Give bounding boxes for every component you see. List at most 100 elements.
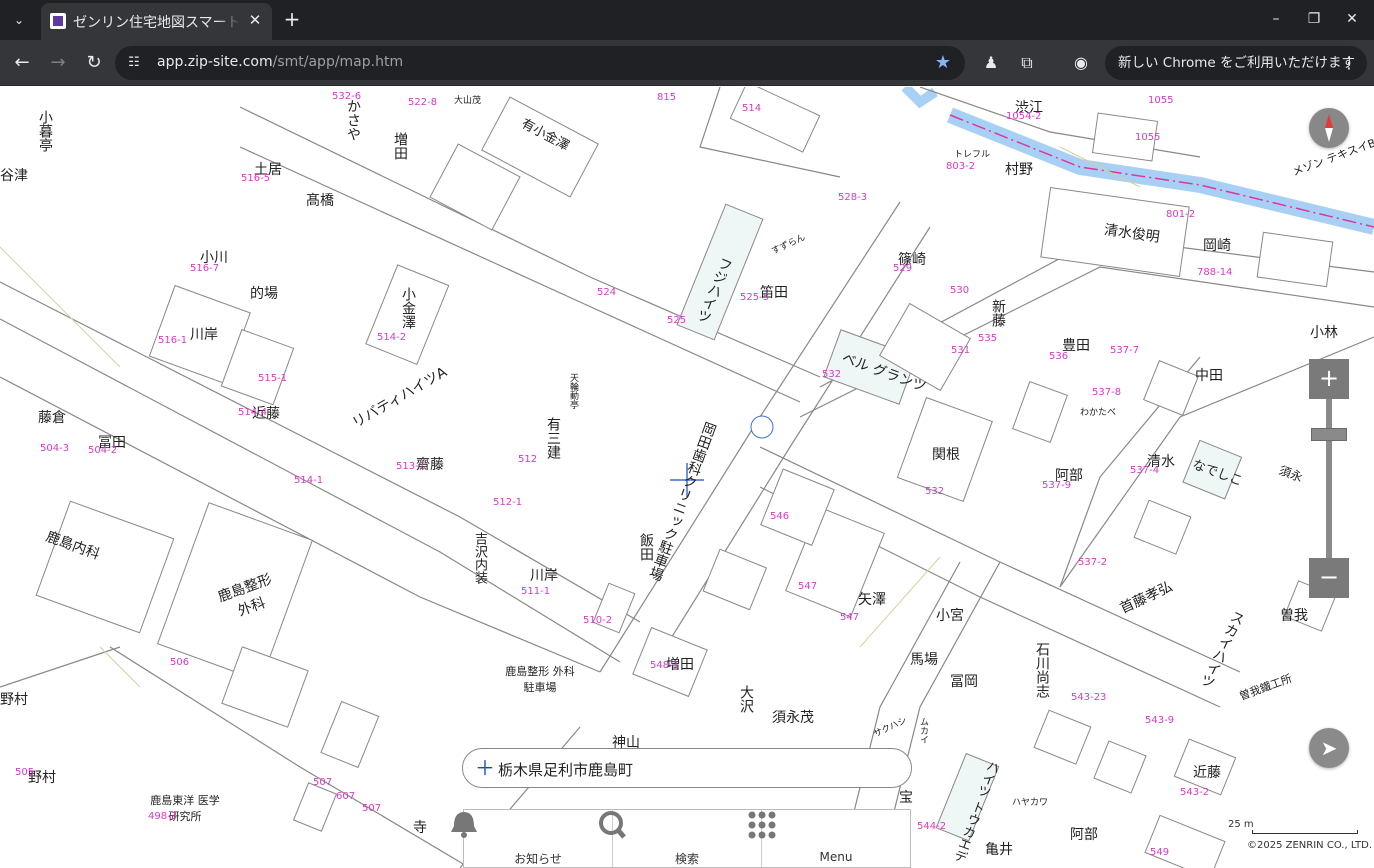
zoom-out-button[interactable]: −: [1309, 558, 1349, 598]
parcel-number: 516-5: [241, 173, 271, 184]
parcel-number: 537-4: [1130, 465, 1160, 476]
add-location-icon[interactable]: ＋: [475, 757, 495, 779]
search-icon: [599, 811, 626, 839]
map-label: 岡崎: [1203, 238, 1231, 254]
extension-agent-icon[interactable]: ♟: [981, 53, 1001, 73]
parcel-number: 511-1: [521, 586, 551, 597]
parcel-number: 1055: [1148, 95, 1174, 106]
current-location-icon[interactable]: ➤: [1309, 728, 1349, 768]
zoom-slider-handle[interactable]: [1311, 428, 1347, 441]
maximize-button[interactable]: ❐: [1303, 8, 1325, 30]
copyright-text: ©2025 ZENRIN CO., LTD.: [1247, 840, 1372, 851]
map-label: 野村: [0, 692, 28, 708]
parcel-number: 506: [170, 657, 190, 668]
parcel-number: 549: [1150, 847, 1170, 858]
parcel-number: 543-23: [1071, 692, 1107, 703]
parcel-number: 514-4: [238, 407, 268, 418]
new-tab-button[interactable]: +: [281, 8, 303, 30]
map-label: 髙橋: [306, 193, 334, 209]
parcel-number: 532: [925, 486, 945, 497]
parcel-number: 532: [822, 369, 842, 380]
parcel-number: 515-1: [258, 373, 288, 384]
extensions-puzzle-icon[interactable]: ⧉: [1017, 53, 1037, 73]
map-label: ハヤカワ: [1012, 798, 1049, 808]
map-label: 新藤: [990, 299, 1006, 327]
tab-search-icon[interactable]: ⌄: [8, 9, 30, 31]
map-label: 谷津: [0, 168, 28, 184]
map-label: 天輪動亭: [568, 373, 578, 409]
parcel-number: 522-8: [408, 97, 438, 108]
search-button[interactable]: 検索: [599, 810, 762, 867]
reload-icon[interactable]: ↻: [81, 50, 107, 76]
map-label: 有三建: [545, 417, 561, 459]
map-label: 亀井: [985, 842, 1013, 858]
scale-label: 25 m: [1228, 819, 1254, 830]
map-label: 小金澤: [400, 287, 416, 329]
active-tab[interactable]: ゼンリン住宅地図スマートフォン ✕: [41, 3, 272, 40]
zoom-slider-track[interactable]: [1326, 399, 1332, 558]
parcel-number: 512-1: [493, 497, 523, 508]
tab-close-icon[interactable]: ✕: [246, 11, 264, 29]
back-icon[interactable]: ←: [9, 50, 35, 76]
parcel-number: 514-1: [294, 475, 324, 486]
map-label: 曽我: [1280, 608, 1308, 624]
site-info-icon[interactable]: ☷: [125, 54, 143, 72]
parcel-number: 607: [336, 791, 356, 802]
parcel-number: 507: [313, 777, 333, 788]
profile-icon[interactable]: ◉: [1071, 53, 1091, 73]
parcel-number: 537-2: [1078, 557, 1108, 568]
parcel-number: 505: [15, 767, 35, 778]
parcel-number: 514: [742, 103, 762, 114]
url-text[interactable]: app.zip-site.com/smt/app/map.htm: [157, 54, 403, 70]
parcel-number: 513-1: [396, 461, 426, 472]
parcel-number: 516-1: [158, 335, 188, 346]
parcel-number: 528-3: [838, 192, 868, 203]
parcel-number: 532-6: [332, 91, 362, 102]
bottom-navigation: お知らせ 検索 Menu: [451, 809, 911, 868]
tab-title: ゼンリン住宅地図スマートフォン: [73, 15, 241, 31]
map-label: 中田: [1195, 368, 1223, 384]
map-label: トレフル: [954, 150, 991, 160]
map-label: かさや: [345, 99, 361, 141]
more-menu-icon[interactable]: ⋮: [1341, 46, 1357, 80]
parcel-number: 815: [657, 92, 677, 103]
parcel-number: 535: [978, 333, 998, 344]
parcel-number: 537-7: [1110, 345, 1140, 356]
parcel-number: 529: [893, 263, 913, 274]
parcel-number: 543-9: [1145, 715, 1175, 726]
parcel-number: 530: [950, 285, 970, 296]
bus-stop-marker: [750, 415, 774, 439]
parcel-number: 516-7: [190, 263, 220, 274]
zoom-in-button[interactable]: +: [1309, 359, 1349, 399]
map-label: 藤倉: [38, 410, 66, 426]
close-window-button[interactable]: ✕: [1341, 8, 1363, 30]
compass-icon[interactable]: [1309, 108, 1349, 148]
address-bar[interactable]: ☷ app.zip-site.com/smt/app/map.htm ★: [115, 46, 965, 80]
chrome-update-chip[interactable]: 新しい Chrome をご利用いただけます ⋮: [1105, 46, 1367, 80]
menu-button[interactable]: Menu: [748, 810, 910, 867]
map-label: 小暮亭: [37, 110, 53, 152]
parcel-number: 1055: [1135, 132, 1161, 143]
map-label: 吉沢内装: [472, 532, 487, 584]
minimize-button[interactable]: –: [1265, 8, 1287, 30]
parcel-number: 525-5: [740, 292, 770, 303]
address-display[interactable]: ＋ 栃木県足利市鹿島町: [462, 748, 912, 788]
map-label: 石川尚志: [1034, 642, 1050, 698]
parcel-number: 510-2: [583, 615, 613, 626]
map-label: 阿部: [1070, 827, 1098, 843]
map-label: 馬場: [910, 652, 938, 668]
map-label: 大山茂: [454, 96, 482, 106]
notice-button[interactable]: お知らせ: [451, 810, 613, 867]
parcel-number: 547: [840, 612, 860, 623]
map-label: ムカイ: [918, 717, 928, 744]
map-scale: 25 m: [1228, 819, 1360, 834]
tab-bar: ⌄ ゼンリン住宅地図スマートフォン ✕ + – ❐ ✕: [0, 0, 1374, 40]
parcel-number: 547: [798, 581, 818, 592]
map-label: 寺: [413, 820, 427, 836]
map-label: 飯田: [638, 533, 654, 561]
map-label: わかたべ: [1080, 408, 1117, 418]
forward-icon[interactable]: →: [45, 50, 71, 76]
bookmark-star-icon[interactable]: ★: [935, 52, 951, 73]
parcel-number: 531: [951, 345, 971, 356]
map-canvas[interactable]: 小暮亭 かさや 増田 大山茂 有小金澤 渋江 トレフル 村野 清水俊明 岡崎 メ…: [0, 87, 1374, 868]
